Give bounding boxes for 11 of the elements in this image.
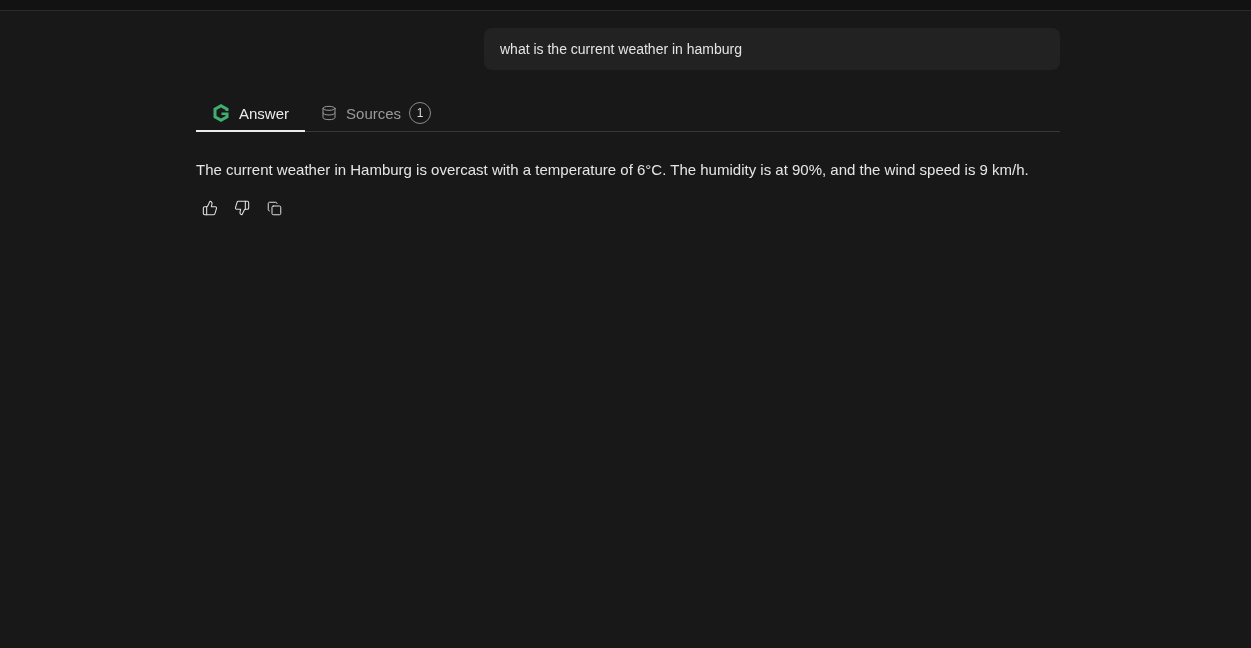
- tab-label: Sources: [346, 104, 402, 122]
- answer-tab[interactable]: Answer: [196, 96, 306, 132]
- thumbs-up-icon: [202, 200, 218, 216]
- query-bubble: what is the current weather in hamburg: [484, 28, 1060, 70]
- database-icon: [321, 105, 338, 121]
- copy-icon: [266, 200, 282, 216]
- answer-text: The current weather in Hamburg is overcast with a temperature of 6°C. The humidity is at 90%, and the wind speed is 9 km/h.: [196, 160, 1030, 180]
- sources-tab[interactable]: Sources 1: [305, 96, 448, 132]
- tab-label: Answer: [239, 104, 290, 122]
- thumbs-down-icon: [234, 200, 250, 216]
- logo-icon: [212, 103, 230, 123]
